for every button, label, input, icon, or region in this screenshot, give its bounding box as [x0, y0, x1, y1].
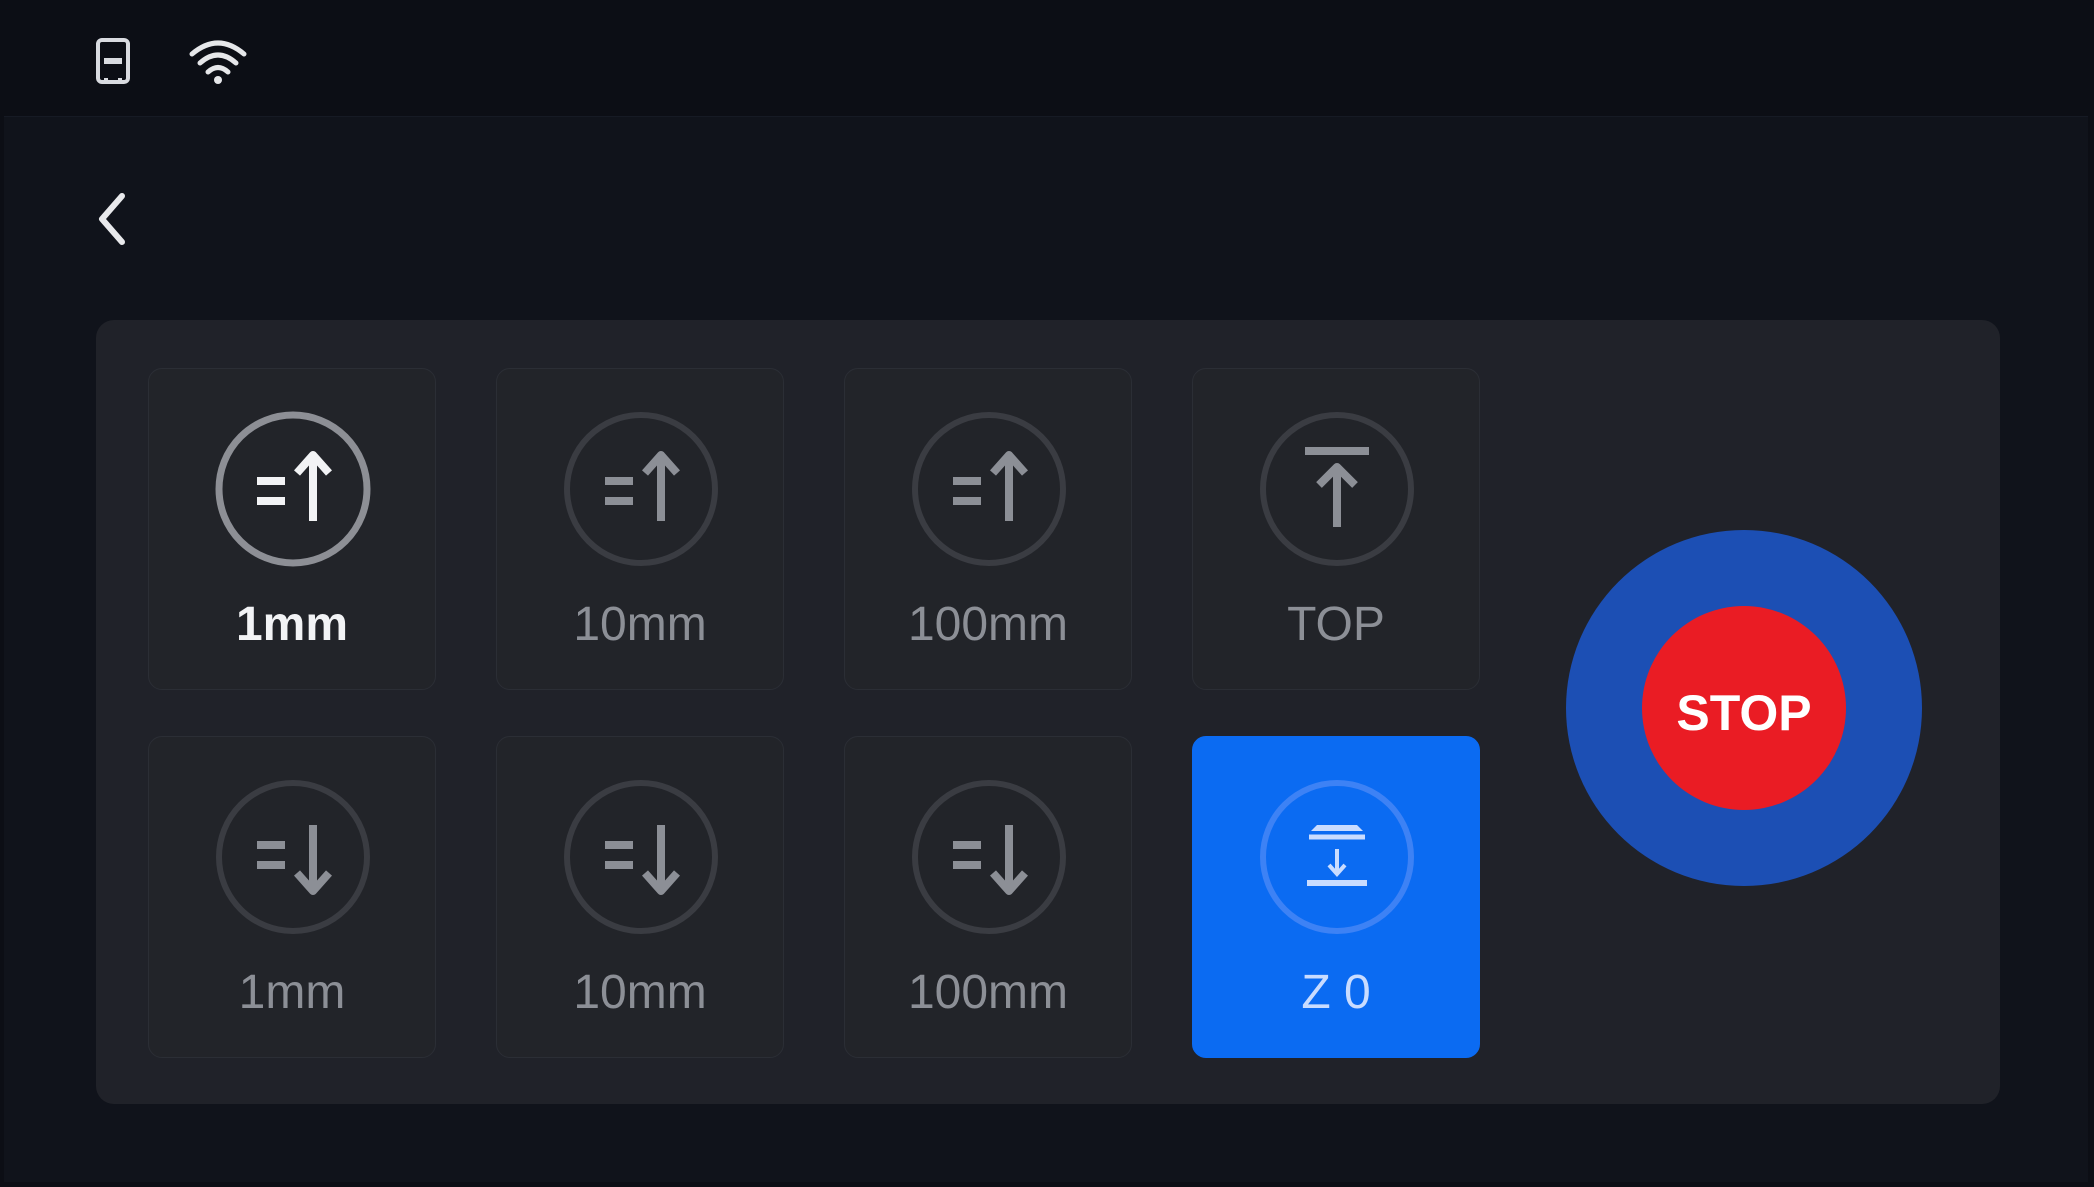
stop-button-core: STOP	[1642, 606, 1846, 810]
move-to-top-label: TOP	[1287, 598, 1385, 651]
control-screen: 1mm 10mm 100mm TOP 1mm 10mm 100mm Z 0 ST…	[4, 4, 2088, 1182]
move-down-icon	[563, 779, 719, 935]
z-zero-button[interactable]: Z 0	[1192, 736, 1480, 1058]
move-down-10mm-button[interactable]: 10mm	[496, 736, 784, 1058]
move-up-10mm-button[interactable]: 10mm	[496, 368, 784, 690]
move-down-1mm-label: 1mm	[238, 966, 346, 1019]
wifi-icon	[186, 34, 250, 88]
z-zero-icon	[1259, 779, 1415, 935]
z-zero-label: Z 0	[1301, 966, 1371, 1019]
move-up-10mm-label: 10mm	[573, 598, 707, 651]
move-up-100mm-button[interactable]: 100mm	[844, 368, 1132, 690]
chevron-left-icon	[99, 193, 125, 245]
stop-button[interactable]: STOP	[1566, 530, 1922, 886]
back-button[interactable]	[88, 184, 140, 254]
move-to-top-button[interactable]: TOP	[1192, 368, 1480, 690]
stop-label: STOP	[1676, 685, 1812, 741]
move-down-icon	[911, 779, 1067, 935]
move-up-1mm-button[interactable]: 1mm	[148, 368, 436, 690]
move-down-100mm-button[interactable]: 100mm	[844, 736, 1132, 1058]
status-bar	[4, 4, 2088, 117]
move-down-10mm-label: 10mm	[573, 966, 707, 1019]
move-to-top-icon	[1259, 411, 1415, 567]
move-up-icon	[215, 411, 371, 567]
move-up-icon	[563, 411, 719, 567]
move-up-icon	[911, 411, 1067, 567]
sd-card-icon	[88, 34, 138, 88]
move-up-100mm-label: 100mm	[907, 598, 1069, 651]
move-down-1mm-button[interactable]: 1mm	[148, 736, 436, 1058]
move-down-100mm-label: 100mm	[907, 966, 1069, 1019]
move-up-1mm-label: 1mm	[235, 598, 349, 651]
z-axis-control-panel: 1mm 10mm 100mm TOP 1mm 10mm 100mm Z 0 ST…	[96, 320, 2000, 1104]
move-down-icon	[215, 779, 371, 935]
